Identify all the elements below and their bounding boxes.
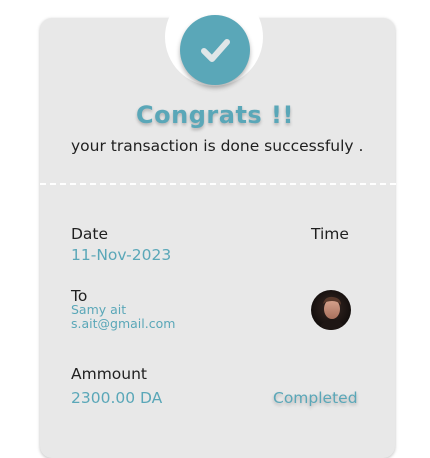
status-badge: Completed [273, 389, 358, 407]
user-avatar [311, 290, 351, 330]
time-label: Time [311, 225, 349, 243]
date-value: 11-Nov-2023 [71, 246, 172, 264]
amount-label: Ammount [71, 365, 148, 383]
recipient-avatar [311, 290, 351, 330]
recipient-name: Samy ait [71, 302, 127, 317]
success-message: your transaction is done successfuly . [71, 137, 364, 155]
date-label: Date [71, 225, 109, 243]
dashed-divider [40, 183, 396, 185]
success-title: Congrats !! [136, 101, 294, 129]
success-badge [180, 15, 250, 85]
amount-value: 2300.00 DA [71, 389, 163, 407]
check-icon [201, 39, 230, 62]
recipient-email: s.ait@gmail.com [71, 316, 176, 331]
